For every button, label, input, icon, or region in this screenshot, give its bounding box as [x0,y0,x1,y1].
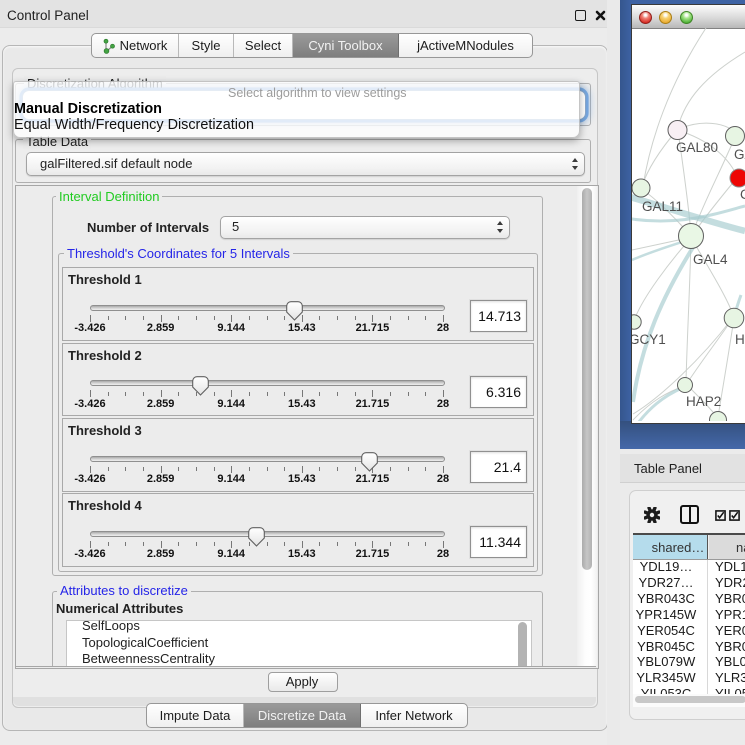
svg-text:GAL11: GAL11 [642,199,683,214]
svg-text:GAL4: GAL4 [693,252,728,267]
svg-text:GA: GA [734,147,745,162]
svg-text:CY: CY [740,187,745,202]
svg-text:GAL80: GAL80 [676,140,718,155]
svg-text:GCY1: GCY1 [632,332,666,347]
svg-text:HI: HI [735,332,745,347]
svg-text:HAP2: HAP2 [686,394,721,409]
